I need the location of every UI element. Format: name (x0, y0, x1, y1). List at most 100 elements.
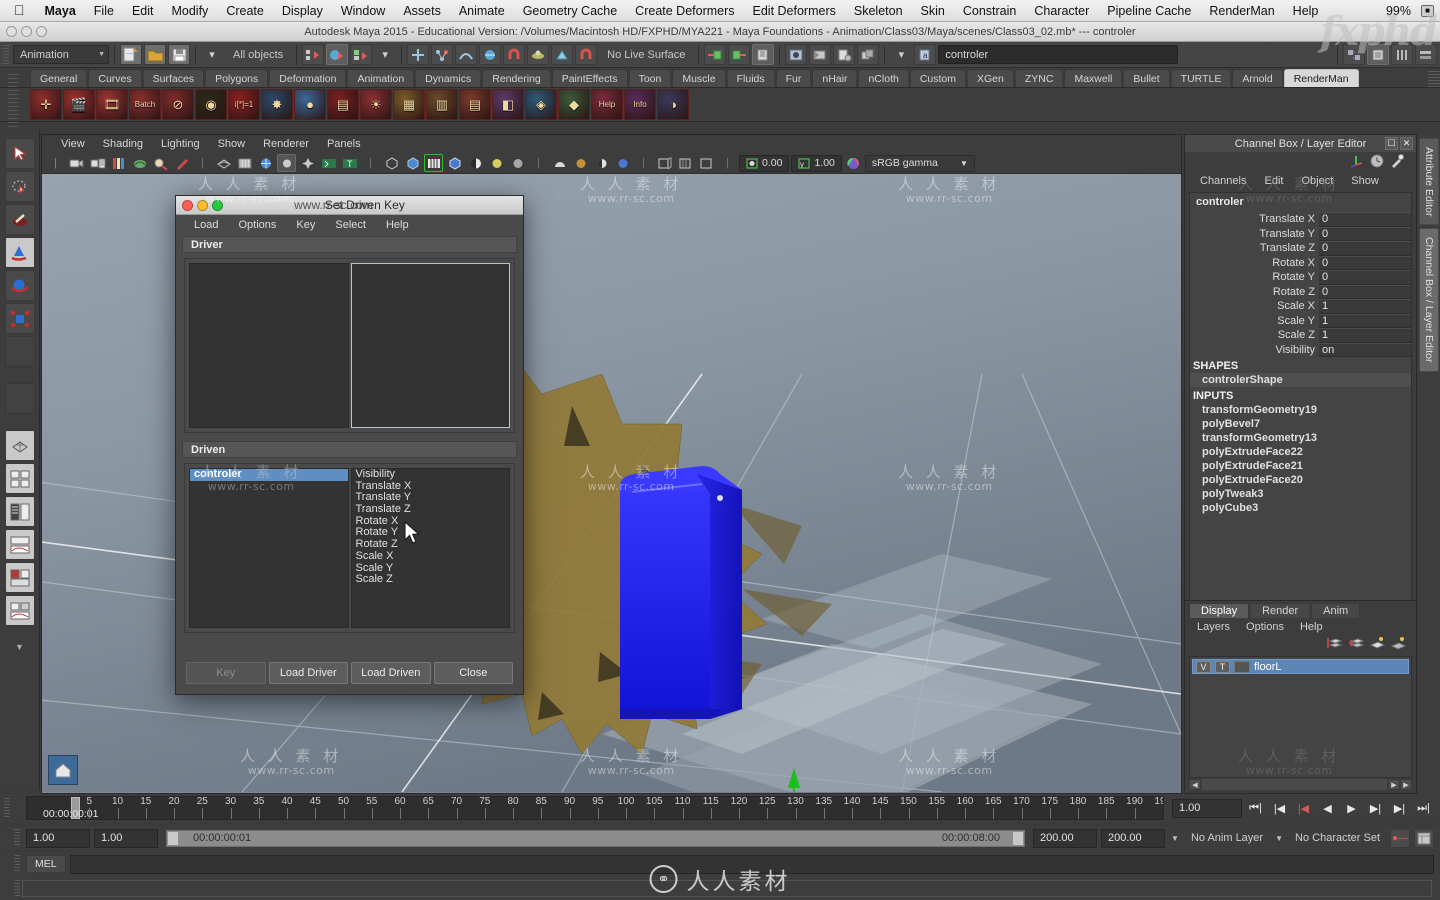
menu-display[interactable]: Display (273, 4, 332, 18)
bookmark-icon[interactable] (109, 154, 128, 172)
range-end-field[interactable]: 200.00 (1033, 828, 1098, 848)
channel-label[interactable]: Scale Y (1190, 315, 1319, 327)
animation-start-field[interactable]: 1.00 (26, 828, 90, 848)
channel-value[interactable]: 1 (1319, 328, 1411, 343)
chevron-down-icon[interactable]: ▾ (890, 44, 912, 65)
step-back-frame-icon[interactable]: |◀ (1293, 798, 1314, 818)
outliner-graph-layout[interactable] (4, 595, 35, 626)
scroll-track[interactable] (1202, 779, 1387, 790)
go-to-end-icon[interactable]: ⏭| (1413, 798, 1434, 818)
viewport-menu-show[interactable]: Show (209, 138, 255, 150)
menu-geometry-cache[interactable]: Geometry Cache (514, 4, 626, 18)
sdk-menu-key[interactable]: Key (286, 219, 325, 231)
menu-edit-deformers[interactable]: Edit Deformers (744, 4, 845, 18)
command-input[interactable] (69, 854, 1434, 874)
render-layers-icon[interactable] (857, 44, 880, 65)
shadows-icon[interactable] (298, 154, 317, 172)
command-language-label[interactable]: MEL (26, 855, 66, 873)
channel-label[interactable]: Scale X (1190, 300, 1319, 312)
scale-tool[interactable] (4, 303, 35, 334)
shelf-tab-maxwell[interactable]: Maxwell (1064, 69, 1123, 87)
sdk-menu-select[interactable]: Select (325, 219, 376, 231)
hypershade-persp-layout[interactable] (4, 562, 35, 593)
xray-icon[interactable] (382, 154, 401, 172)
layer-editor-toggle-icon[interactable] (1415, 44, 1437, 65)
playback-speed-field[interactable]: 1.00 (1172, 798, 1242, 818)
batch-render-icon[interactable]: Batch (129, 89, 161, 120)
channel-value[interactable]: 1 (1319, 299, 1411, 314)
slim-icon[interactable]: ▥ (426, 89, 458, 120)
menu-constrain[interactable]: Constrain (954, 4, 1026, 18)
load-driver-button[interactable]: Load Driver (268, 662, 348, 684)
ipr-icon[interactable]: i[*]=1 (228, 89, 260, 120)
channel-label[interactable]: Rotate Y (1190, 271, 1319, 283)
shelf-tab-arnold[interactable]: Arnold (1232, 69, 1283, 87)
shelf-tab-zync[interactable]: ZYNC (1014, 69, 1064, 87)
render-view-icon[interactable]: ◉ (195, 89, 227, 120)
channel-label[interactable]: Rotate Z (1190, 286, 1319, 298)
image-plane-icon[interactable] (130, 154, 149, 172)
hierarchy-select-icon[interactable] (302, 44, 325, 65)
open-scene-icon[interactable] (144, 44, 166, 65)
driver-attribute-list[interactable] (350, 263, 510, 428)
menu-character[interactable]: Character (1025, 4, 1098, 18)
channel-box-input-item[interactable]: polyCube3 (1190, 501, 1411, 515)
layer-list-scrollbar[interactable]: ◀ ▶ ▶ (1189, 778, 1412, 791)
channel-value[interactable]: 0 (1319, 284, 1411, 299)
xgen-icon[interactable] (445, 154, 464, 172)
menu-animate[interactable]: Animate (450, 4, 514, 18)
component-select-icon[interactable] (350, 44, 373, 65)
range-bar-right-handle[interactable] (1012, 830, 1025, 846)
shelf-tab-polygons[interactable]: Polygons (205, 69, 269, 87)
layer-editor-tab-display[interactable]: Display (1189, 603, 1250, 618)
channel-label[interactable]: Visibility (1190, 344, 1319, 356)
render-settings-icon[interactable]: ▤ (327, 89, 359, 120)
channel-box-input-item[interactable]: transformGeometry19 (1190, 403, 1411, 417)
channel-label[interactable]: Translate X (1190, 213, 1319, 225)
menu-renderman[interactable]: RenderMan (1200, 4, 1283, 18)
channel-value[interactable]: 0 (1319, 226, 1411, 241)
help-icon[interactable]: Help (591, 89, 623, 120)
default-light-icon[interactable] (466, 154, 485, 172)
displacement-icon[interactable]: ◆ (558, 89, 590, 120)
snap-curve-icon[interactable] (431, 44, 454, 65)
wireframe-icon[interactable] (214, 154, 233, 172)
driven-object-item[interactable]: controler (190, 469, 348, 481)
axis-tripod-icon[interactable] (1348, 154, 1364, 171)
channel-value[interactable]: 0 (1319, 270, 1411, 285)
layer-name[interactable]: floorL (1254, 661, 1282, 673)
menu-help[interactable]: Help (1284, 4, 1328, 18)
grease-pencil-icon[interactable] (172, 154, 191, 172)
driven-object-list[interactable]: controler (189, 468, 349, 628)
clock-icon[interactable] (1370, 154, 1384, 171)
scroll-right-icon[interactable]: ▶ (1388, 779, 1400, 790)
channel-box-toggle-icon[interactable] (1391, 44, 1413, 65)
help-line-grip[interactable] (14, 880, 20, 896)
set-driven-key-dialog[interactable]: www.rr-sc.comSet Driven Key Load Options K… (175, 195, 524, 695)
globe-render-icon[interactable]: ✸ (261, 89, 293, 120)
attribute-editor-toggle-icon[interactable] (1367, 44, 1389, 65)
2d-pan-zoom-icon[interactable] (151, 154, 170, 172)
construction-history-icon[interactable] (752, 44, 775, 65)
save-scene-icon[interactable] (168, 44, 190, 65)
menu-set-selector[interactable]: Animation ▼ (13, 45, 109, 64)
channel-row[interactable]: Translate Z0 (1190, 241, 1411, 256)
shelf-tab-renderman[interactable]: RenderMan (1283, 69, 1359, 87)
range-slider-grip[interactable] (14, 829, 20, 847)
text-overlay-icon[interactable]: T (340, 154, 359, 172)
snap-view-plane-icon[interactable] (479, 44, 502, 65)
driven-attribute-item[interactable]: Scale Z (352, 573, 510, 586)
sdk-menu-load[interactable]: Load (184, 219, 228, 231)
menu-skin[interactable]: Skin (912, 4, 954, 18)
channel-row[interactable]: Scale Z1 (1190, 328, 1411, 343)
shelf-tab-curves[interactable]: Curves (88, 69, 142, 87)
viewport-menu-renderer[interactable]: Renderer (254, 138, 318, 150)
layer-color-swatch[interactable] (1234, 660, 1250, 673)
sdk-menu-help[interactable]: Help (376, 219, 419, 231)
shelf-tab-xgen[interactable]: XGen (967, 69, 1014, 87)
selection-mask-dropdown-icon[interactable]: ▾ (201, 44, 223, 65)
load-driven-button[interactable]: Load Driven (351, 662, 431, 684)
key-button[interactable]: Key (186, 662, 266, 684)
environment-light-icon[interactable]: ● (294, 89, 326, 120)
channel-row[interactable]: Translate X0 (1190, 212, 1411, 227)
